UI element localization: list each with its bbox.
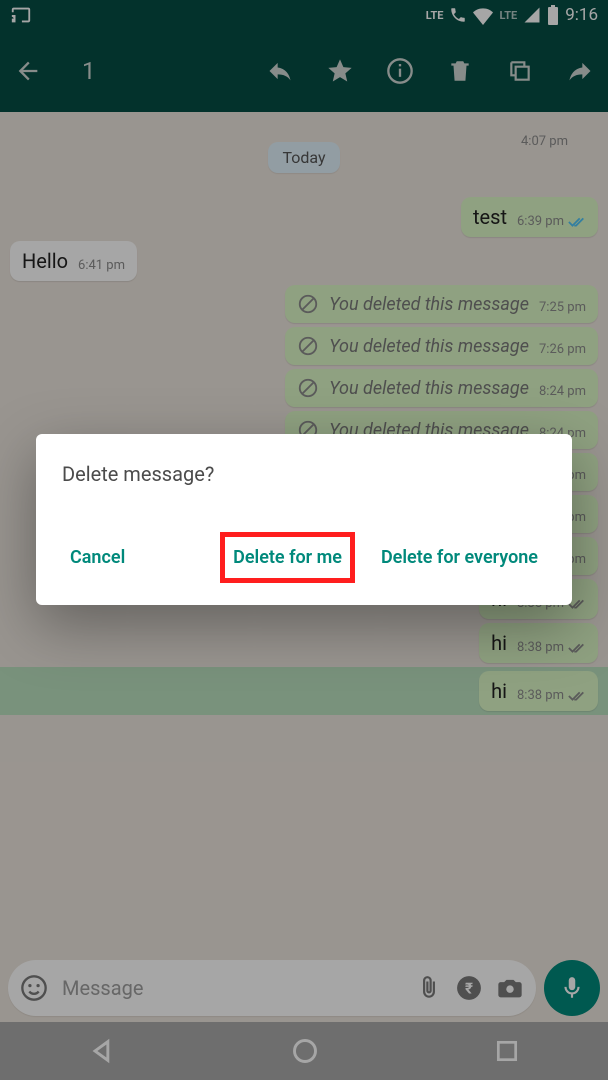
delete-for-me-button[interactable]: Delete for me	[220, 532, 355, 583]
delete-for-everyone-button[interactable]: Delete for everyone	[373, 537, 546, 578]
cancel-button[interactable]: Cancel	[62, 537, 133, 578]
delete-dialog: Delete message? Cancel Delete for me Del…	[36, 434, 572, 605]
dialog-title: Delete message?	[62, 462, 546, 486]
